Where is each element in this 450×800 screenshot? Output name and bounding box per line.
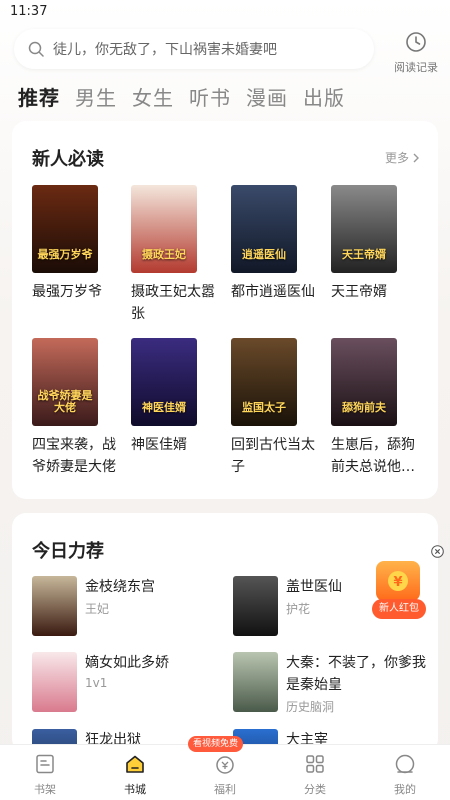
list-book-item[interactable]: 金枝绕东宫 王妃: [32, 576, 222, 638]
book-cover: 逍遥医仙: [231, 185, 297, 273]
book-title: 四宝来袭，战爷娇妻是大佬: [32, 437, 116, 475]
section-title: 新人必读: [32, 149, 104, 170]
profile-icon: [395, 754, 415, 774]
book-title: 金枝绕东宫: [85, 579, 155, 595]
book-cover: [32, 652, 77, 712]
book-cover: [233, 576, 278, 636]
book-cover: 神医佳婿: [131, 338, 197, 426]
book-cover: 舔狗前夫: [331, 338, 397, 426]
new-user-redpack[interactable]: ¥ 新人红包: [372, 561, 426, 619]
book-cover: 摄政王妃: [131, 185, 197, 273]
cover-text: 战爷娇妻是大佬: [37, 388, 93, 414]
clock-icon: [406, 32, 426, 52]
bookshelf-icon: [36, 754, 54, 774]
close-icon: [431, 545, 444, 558]
book-cover: 最强万岁爷: [32, 185, 98, 273]
nav-bookstore[interactable]: 书城: [90, 745, 180, 800]
nav-rewards[interactable]: 看视频免费 福利: [180, 736, 270, 800]
close-redpack-button[interactable]: [431, 543, 444, 562]
tab-recommend[interactable]: 推荐: [18, 82, 60, 111]
today-recommend-section: 今日力荐 金枝绕东宫 王妃 盖世医仙 护花 嫡女如此多娇 1v1 大秦：不装了，…: [12, 513, 438, 789]
book-title: 摄政王妃太嚣张: [131, 284, 215, 322]
cover-text: 舔狗前夫: [342, 400, 386, 414]
tab-comics[interactable]: 漫画: [246, 82, 288, 111]
book-title: 嫡女如此多娇: [85, 655, 169, 671]
more-label: 更多: [384, 151, 409, 165]
list-book-item[interactable]: 嫡女如此多娇 1v1: [32, 652, 222, 714]
book-title: 回到古代当太子: [231, 437, 315, 475]
coin-bag-icon: [216, 756, 234, 774]
book-item[interactable]: 天王帝婿 天王帝婿: [331, 185, 397, 303]
tab-female[interactable]: 女生: [132, 82, 174, 111]
book-item[interactable]: 战爷娇妻是大佬 四宝来袭，战爷娇妻是大佬: [32, 338, 116, 478]
tab-publishing[interactable]: 出版: [303, 82, 345, 111]
book-tag: 王妃: [85, 602, 110, 616]
cover-text: 最强万岁爷: [37, 247, 93, 261]
cover-text: 神医佳婿: [142, 400, 186, 414]
search-placeholder: 徒儿，你无敌了，下山祸害未婚妻吧: [53, 42, 277, 58]
svg-text:¥: ¥: [393, 575, 402, 590]
book-cover: 战爷娇妻是大佬: [32, 338, 98, 426]
search-input[interactable]: 徒儿，你无敌了，下山祸害未婚妻吧: [14, 29, 374, 69]
book-item[interactable]: 逍遥医仙 都市逍遥医仙: [231, 185, 315, 303]
video-badge: 看视频免费: [188, 736, 244, 752]
nav-profile[interactable]: 我的: [360, 745, 450, 800]
book-tag: 护花: [286, 602, 311, 616]
nav-label: 书架: [34, 783, 56, 796]
book-title: 都市逍遥医仙: [231, 284, 315, 300]
nav-label: 分类: [304, 783, 326, 796]
cover-text: 天王帝婿: [342, 247, 386, 261]
more-button[interactable]: 更多: [385, 149, 420, 166]
nav-categories[interactable]: 分类: [270, 745, 360, 800]
reading-history-label: 阅读记录: [394, 61, 438, 74]
book-title: 最强万岁爷: [32, 284, 102, 300]
book-cover: 天王帝婿: [331, 185, 397, 273]
cover-text: 摄政王妃: [142, 247, 186, 261]
status-time: 11:37: [10, 4, 48, 19]
search-icon: [28, 41, 44, 57]
redpack-label: 新人红包: [372, 599, 426, 619]
book-item[interactable]: 舔狗前夫 生崽后，舔狗前夫总说他…: [331, 338, 415, 478]
reading-history-button[interactable]: 阅读记录: [386, 31, 446, 75]
chevron-right-icon: [413, 153, 419, 162]
book-item[interactable]: 摄政王妃 摄政王妃太嚣张: [131, 185, 215, 325]
status-bar: 11:37: [0, 0, 450, 24]
tab-male[interactable]: 男生: [75, 82, 117, 111]
book-item[interactable]: 最强万岁爷 最强万岁爷: [32, 185, 102, 303]
book-title: 神医佳婿: [131, 437, 187, 453]
redpack-icon: ¥: [376, 561, 420, 601]
book-item[interactable]: 神医佳婿 神医佳婿: [131, 338, 197, 456]
tab-audiobook[interactable]: 听书: [189, 82, 231, 111]
book-title: 大秦：不装了，你爹我是秦始皇: [286, 655, 426, 693]
nav-label: 书城: [124, 783, 146, 796]
new-reader-section: 新人必读 更多 最强万岁爷 最强万岁爷 摄政王妃 摄政王妃太嚣张 逍遥医仙 都市…: [12, 121, 438, 499]
book-tag: 1v1: [85, 676, 108, 690]
section-title: 今日力荐: [32, 541, 104, 562]
book-title: 天王帝婿: [331, 284, 387, 300]
cover-text: 逍遥医仙: [242, 247, 286, 261]
book-title: 生崽后，舔狗前夫总说他…: [331, 437, 415, 475]
category-tabs: 推荐 男生 女生 听书 漫画 出版: [18, 82, 345, 111]
list-book-item[interactable]: 大秦：不装了，你爹我是秦始皇 历史脑洞: [233, 652, 426, 714]
nav-bookshelf[interactable]: 书架: [0, 745, 90, 800]
cover-text: 监国太子: [242, 400, 286, 414]
grid-icon: [306, 755, 324, 773]
nav-label: 我的: [394, 783, 416, 796]
home-icon: [126, 755, 144, 773]
book-cover: [32, 576, 77, 636]
book-cover: 监国太子: [231, 338, 297, 426]
book-tag: 历史脑洞: [286, 700, 335, 714]
book-cover: [233, 652, 278, 712]
nav-label: 福利: [214, 783, 236, 796]
bottom-nav: 书架 书城 看视频免费 福利 分类 我的: [0, 736, 450, 800]
book-item[interactable]: 监国太子 回到古代当太子: [231, 338, 315, 478]
